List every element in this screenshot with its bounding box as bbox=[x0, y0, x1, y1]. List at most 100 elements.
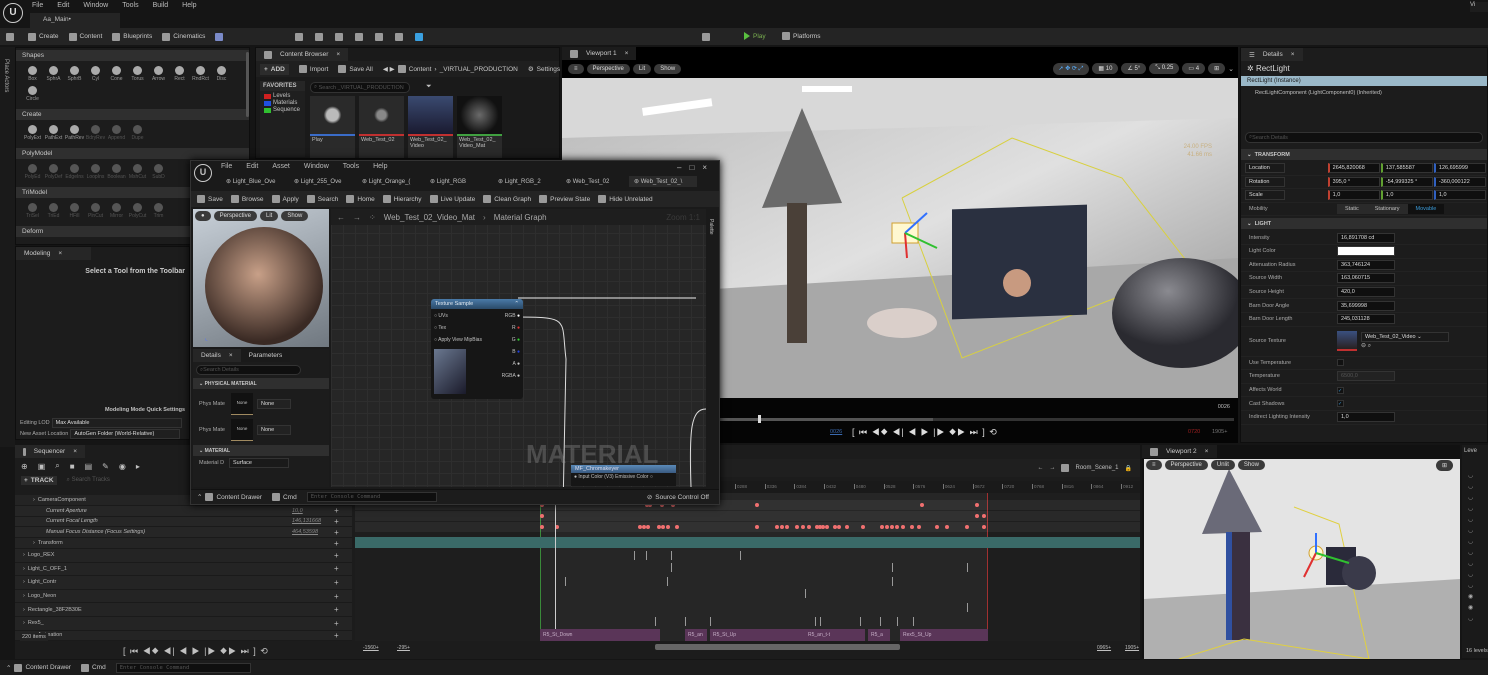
event-marker[interactable] bbox=[967, 603, 968, 612]
camera-icon[interactable]: ■ bbox=[70, 462, 75, 471]
keyframe[interactable] bbox=[801, 525, 805, 529]
track-search-input[interactable]: ⌕ Search Tracks bbox=[67, 477, 110, 484]
input-pin[interactable]: ○ Tex bbox=[434, 325, 482, 337]
keyframe[interactable] bbox=[890, 525, 894, 529]
source-texture-thumbnail[interactable] bbox=[1337, 331, 1357, 352]
scale-z-field[interactable]: 1,0 bbox=[1433, 190, 1487, 201]
asset-tab[interactable]: ⊛ Light_255_Ove bbox=[289, 176, 357, 187]
hierarchy-button[interactable]: Hierarchy bbox=[382, 195, 422, 203]
keyframe[interactable] bbox=[666, 525, 670, 529]
mesh-paint-icon[interactable] bbox=[355, 32, 363, 41]
tool-hfill[interactable]: HFill bbox=[64, 202, 85, 219]
rotation-x-field[interactable]: 395,0 ° bbox=[1327, 176, 1380, 187]
event-marker[interactable] bbox=[897, 617, 898, 626]
keyframe[interactable] bbox=[675, 525, 679, 529]
keyframe[interactable] bbox=[917, 525, 921, 529]
keyframe[interactable] bbox=[646, 525, 650, 529]
content-button[interactable]: Content bbox=[68, 32, 102, 41]
menu-help[interactable]: Help bbox=[373, 163, 387, 170]
viewport-2-unlit[interactable]: Unlit bbox=[1210, 460, 1235, 470]
menu-help[interactable]: Help bbox=[182, 2, 196, 9]
keyframe[interactable] bbox=[540, 525, 544, 529]
save-icon[interactable]: ▣ bbox=[38, 462, 46, 471]
level-tab[interactable]: Aa_Main• bbox=[30, 13, 120, 28]
light-section[interactable]: ⌄ LIGHT bbox=[1241, 218, 1487, 230]
section-create[interactable]: Create bbox=[16, 109, 249, 120]
preview-lit-button[interactable]: Lit bbox=[259, 211, 279, 221]
tool-trim[interactable]: Trim bbox=[148, 202, 169, 219]
snap-icon[interactable] bbox=[702, 33, 710, 41]
event-marker[interactable] bbox=[740, 551, 741, 560]
phys-material-thumbnail[interactable]: None bbox=[231, 419, 253, 441]
tool-dupe[interactable]: Dupe bbox=[127, 124, 148, 141]
path-virtual-production[interactable]: _VIRTUAL_PRODUCTION bbox=[440, 66, 518, 73]
tool-polydef[interactable]: PolyDef bbox=[43, 163, 64, 180]
viewport-2-menu[interactable]: ≡ bbox=[1146, 460, 1162, 470]
render-icon[interactable]: ▤ bbox=[85, 462, 93, 471]
transport-controls[interactable]: [ ⏮ ◀◆ ◀| ◀ ▶ |▶ ◆▶ ⏭ ] ⟲ bbox=[852, 427, 998, 438]
source-control-button[interactable]: ⊘ Source Control Off bbox=[647, 493, 709, 502]
physical-material-section[interactable]: ⌄ PHYSICAL MATERIAL bbox=[193, 378, 329, 389]
checkbox[interactable]: ✓ bbox=[1337, 386, 1344, 394]
cmd-button[interactable]: Cmd bbox=[80, 663, 106, 672]
event-marker[interactable] bbox=[646, 551, 647, 560]
place-actors-label[interactable]: Place Actors bbox=[3, 59, 9, 92]
checkbox[interactable]: ✓ bbox=[1337, 400, 1344, 408]
keyframe[interactable] bbox=[895, 525, 899, 529]
phys-material-thumbnail[interactable]: None bbox=[231, 393, 253, 415]
preview-menu[interactable]: ● bbox=[195, 211, 211, 221]
event-marker[interactable] bbox=[820, 617, 821, 626]
expand-icon[interactable]: › bbox=[23, 566, 25, 572]
transform-section[interactable]: ⌄ TRANSFORM bbox=[1241, 149, 1487, 160]
lock-icon[interactable]: 🔒 bbox=[1125, 465, 1132, 472]
fracture-icon[interactable] bbox=[375, 32, 383, 41]
menu-edit[interactable]: Edit bbox=[57, 2, 69, 9]
keyframe[interactable] bbox=[755, 525, 759, 529]
keyframe[interactable] bbox=[901, 525, 905, 529]
sequence-name[interactable]: Room_Scene_1 bbox=[1075, 465, 1118, 471]
add-key-button[interactable]: + bbox=[334, 517, 352, 526]
path-content[interactable]: Content bbox=[409, 66, 432, 73]
keyframe[interactable] bbox=[885, 525, 889, 529]
animation-clip[interactable]: R5_a bbox=[868, 629, 890, 641]
apply-button[interactable]: Apply bbox=[271, 195, 299, 203]
output-pin[interactable]: G ● bbox=[502, 337, 520, 349]
unreal-logo[interactable]: U bbox=[3, 3, 23, 23]
details-tab[interactable]: ☰ Details × bbox=[1241, 48, 1303, 61]
search-button[interactable]: Search bbox=[306, 195, 338, 203]
play-button[interactable]: Play bbox=[744, 32, 766, 40]
favorite-folder[interactable]: Levels bbox=[264, 93, 301, 99]
lit-button[interactable]: Lit bbox=[632, 63, 652, 74]
rotation-y-field[interactable]: -54,999325 ° bbox=[1380, 176, 1433, 187]
show-button[interactable]: Show bbox=[654, 63, 682, 74]
range-end[interactable]: 0965+ bbox=[1097, 645, 1111, 651]
output-pin[interactable]: B ● bbox=[502, 349, 520, 361]
tool-edgeins[interactable]: EdgeIns bbox=[64, 163, 85, 180]
keyframe[interactable] bbox=[540, 514, 544, 518]
menu-window[interactable]: Window bbox=[304, 163, 329, 170]
expand-icon[interactable]: › bbox=[23, 620, 25, 626]
back-arrow[interactable]: ← bbox=[1037, 465, 1043, 471]
output-pin[interactable]: R ● bbox=[502, 325, 520, 337]
tool-loopins[interactable]: LoopIns bbox=[85, 163, 106, 180]
prop-field[interactable]: 420,0 bbox=[1337, 287, 1395, 298]
animation-clip[interactable]: R5_St_Up bbox=[710, 629, 805, 641]
console-input[interactable]: Enter Console Command bbox=[306, 492, 437, 502]
play-options-icon[interactable]: ▸ bbox=[136, 462, 140, 471]
menu-window[interactable]: Window bbox=[83, 2, 108, 9]
material-preview[interactable]: ● Perspective Lit Show ⌞ bbox=[193, 209, 329, 347]
scale-y-field[interactable]: 1,0 bbox=[1380, 190, 1433, 201]
levels-tab[interactable]: Leve bbox=[1462, 445, 1488, 457]
landscape-icon[interactable] bbox=[315, 32, 323, 41]
event-marker[interactable] bbox=[667, 577, 668, 586]
input-pin[interactable]: ○ UVs bbox=[434, 313, 482, 325]
tool-polyed[interactable]: PolyEd bbox=[22, 163, 43, 180]
select-mode-icon[interactable] bbox=[295, 32, 303, 41]
material-section[interactable]: ⌄ MATERIAL bbox=[193, 445, 329, 456]
scale-dropdown[interactable]: Scale bbox=[1245, 190, 1285, 201]
event-marker[interactable] bbox=[565, 577, 566, 586]
track-row[interactable]: › Rex5_ + bbox=[15, 616, 352, 631]
node2-output[interactable]: Emissive Color bbox=[615, 474, 648, 480]
mobility-stationary[interactable]: Stationary bbox=[1367, 204, 1408, 214]
level-visibility-toggles[interactable]: ◡ ◡ ◡ ◡ ◡ ◡ ◡ ◡ ◡ ◡ ◡ ◉ ◉ ◡ bbox=[1462, 471, 1488, 625]
